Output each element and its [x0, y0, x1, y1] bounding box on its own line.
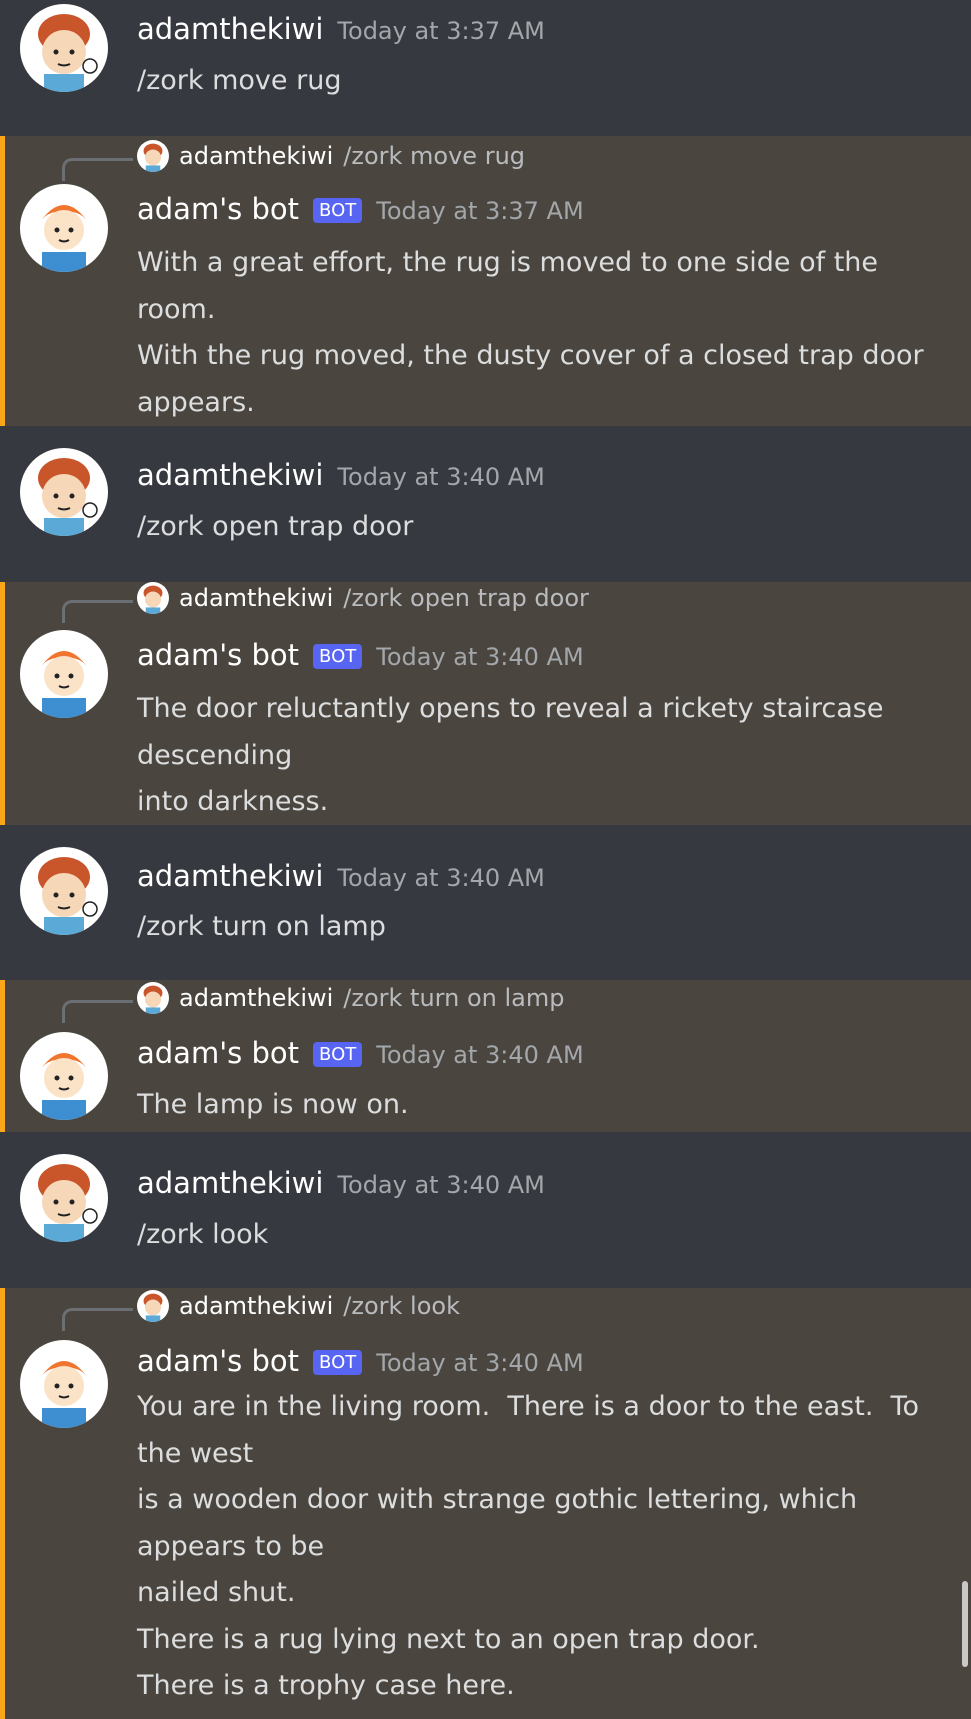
- reply-avatar: [137, 582, 169, 614]
- kiwi-avatar-icon: [143, 1293, 163, 1322]
- reply-username[interactable]: adamthekiwi: [179, 984, 333, 1012]
- message-line: nailed shut.: [137, 1577, 296, 1608]
- bot-avatar[interactable]: [20, 1032, 108, 1120]
- reply-reference[interactable]: adamthekiwi /zork turn on lamp: [137, 982, 564, 1014]
- username[interactable]: adamthekiwi: [137, 458, 323, 492]
- message-user: adamthekiwi Today at 3:37 AM /zork move …: [0, 0, 971, 126]
- kiwi-avatar-icon: [143, 585, 163, 614]
- timestamp[interactable]: Today at 3:37 AM: [337, 17, 544, 45]
- timestamp[interactable]: Today at 3:40 AM: [376, 643, 583, 671]
- message-line: appears.: [137, 386, 255, 418]
- timestamp[interactable]: Today at 3:40 AM: [337, 864, 544, 892]
- user-avatar[interactable]: [20, 1154, 108, 1242]
- message-bot: adamthekiwi /zork move rug adam's bot BO…: [0, 136, 971, 426]
- bot-avatar[interactable]: [20, 1340, 108, 1428]
- message-line: into darkness.: [137, 786, 329, 817]
- timestamp[interactable]: Today at 3:40 AM: [337, 1171, 544, 1199]
- reply-text[interactable]: /zork turn on lamp: [343, 984, 564, 1012]
- user-avatar[interactable]: [20, 847, 108, 935]
- username[interactable]: adam's bot: [137, 1344, 299, 1378]
- reply-spine: [62, 1000, 133, 1023]
- message-line: The door reluctantly opens to reveal a r…: [137, 693, 884, 724]
- timestamp[interactable]: Today at 3:40 AM: [376, 1349, 583, 1377]
- message-line: The lamp is now on.: [137, 1089, 409, 1120]
- user-avatar[interactable]: [20, 448, 108, 536]
- timestamp[interactable]: Today at 3:40 AM: [376, 1041, 583, 1069]
- message-line: /zork move rug: [137, 65, 342, 96]
- redhead-avatar-icon: [40, 651, 88, 718]
- reply-reference[interactable]: adamthekiwi /zork move rug: [137, 140, 525, 172]
- timestamp[interactable]: Today at 3:40 AM: [337, 463, 544, 491]
- message-line: the west: [137, 1437, 254, 1469]
- message-line: room.: [137, 293, 216, 325]
- reply-avatar: [137, 982, 169, 1014]
- timestamp[interactable]: Today at 3:37 AM: [376, 197, 583, 225]
- message-content: The lamp is now on.: [137, 1082, 937, 1129]
- kiwi-avatar-icon: [38, 14, 98, 92]
- message-line: With the rug moved, the dusty cover of a…: [137, 340, 924, 371]
- redhead-avatar-icon: [40, 1053, 88, 1120]
- username[interactable]: adamthekiwi: [137, 859, 323, 893]
- kiwi-avatar-icon: [38, 1164, 98, 1242]
- message-bot: adamthekiwi /zork open trap door adam's …: [0, 582, 971, 825]
- reply-spine: [62, 158, 133, 181]
- message-line: appears to be: [137, 1530, 325, 1562]
- reply-username[interactable]: adamthekiwi: [179, 142, 333, 170]
- username[interactable]: adam's bot: [137, 1036, 299, 1070]
- message-content: /zork open trap door: [137, 504, 937, 551]
- bot-avatar[interactable]: [20, 630, 108, 718]
- message-bot: adamthekiwi /zork turn on lamp adam's bo…: [0, 980, 971, 1132]
- message-content: The door reluctantly opens to reveal a r…: [137, 686, 937, 826]
- message-line: descending: [137, 739, 293, 771]
- message-content: /zork move rug: [137, 58, 937, 105]
- bot-badge: BOT: [313, 1350, 363, 1375]
- message-user: adamthekiwi Today at 3:40 AM /zork look: [0, 1132, 971, 1288]
- reply-avatar: [137, 1290, 169, 1322]
- message-line: There is a rug lying next to an open tra…: [137, 1623, 760, 1655]
- message-content: /zork turn on lamp: [137, 904, 937, 951]
- message-user: adamthekiwi Today at 3:40 AM /zork open …: [0, 426, 971, 582]
- bot-badge: BOT: [313, 198, 363, 223]
- message-user: adamthekiwi Today at 3:40 AM /zork turn …: [0, 825, 971, 980]
- reply-text[interactable]: /zork move rug: [343, 142, 525, 170]
- bot-avatar[interactable]: [20, 184, 108, 272]
- reply-username[interactable]: adamthekiwi: [179, 1292, 333, 1320]
- chat-log: adamthekiwi Today at 3:37 AM /zork move …: [0, 0, 971, 1719]
- message-content: You are in the living room. There is a d…: [137, 1384, 937, 1710]
- reply-reference[interactable]: adamthekiwi /zork look: [137, 1290, 460, 1322]
- reply-username[interactable]: adamthekiwi: [179, 584, 333, 612]
- redhead-avatar-icon: [40, 1361, 88, 1428]
- username[interactable]: adamthekiwi: [137, 1166, 323, 1200]
- message-line: /zork look: [137, 1219, 269, 1250]
- reply-avatar: [137, 140, 169, 172]
- reply-reference[interactable]: adamthekiwi /zork open trap door: [137, 582, 589, 614]
- scrollbar-thumb[interactable]: [962, 1581, 968, 1667]
- kiwi-avatar-icon: [143, 985, 163, 1014]
- username[interactable]: adamthekiwi: [137, 12, 323, 46]
- reply-text[interactable]: /zork look: [343, 1292, 460, 1320]
- message-line: /zork turn on lamp: [137, 911, 386, 942]
- message-bot: adamthekiwi /zork look adam's bot BOT To…: [0, 1288, 971, 1719]
- message-line: There is a trophy case here.: [137, 1670, 515, 1701]
- bot-badge: BOT: [313, 1042, 363, 1067]
- message-line: is a wooden door with strange gothic let…: [137, 1484, 858, 1515]
- username[interactable]: adam's bot: [137, 638, 299, 672]
- kiwi-avatar-icon: [38, 458, 98, 536]
- reply-spine: [62, 600, 133, 623]
- kiwi-avatar-icon: [143, 143, 163, 172]
- redhead-avatar-icon: [40, 205, 88, 272]
- bot-badge: BOT: [313, 644, 363, 669]
- message-line: /zork open trap door: [137, 511, 414, 542]
- message-content: /zork look: [137, 1212, 937, 1259]
- kiwi-avatar-icon: [38, 857, 98, 935]
- reply-text[interactable]: /zork open trap door: [343, 584, 589, 612]
- message-content: With a great effort, the rug is moved to…: [137, 240, 937, 426]
- reply-spine: [62, 1308, 133, 1331]
- message-line: You are in the living room. There is a d…: [137, 1391, 919, 1422]
- message-line: With a great effort, the rug is moved to…: [137, 247, 879, 278]
- user-avatar[interactable]: [20, 4, 108, 92]
- username[interactable]: adam's bot: [137, 192, 299, 226]
